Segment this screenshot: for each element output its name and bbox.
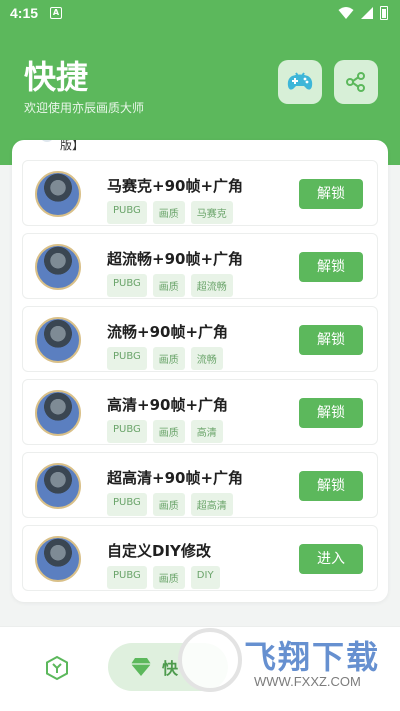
item-title: 马赛克+90帧+广角 [107,177,244,195]
page-subtitle: 欢迎使用亦辰画质大师 [24,101,145,115]
share-button[interactable] [334,60,378,104]
status-icons [338,6,388,20]
tag: 马赛克 [190,201,233,224]
avatar [35,244,81,290]
signal-icon [361,7,373,19]
tag: PUBG [107,420,147,443]
unlock-button[interactable]: 解锁 [299,398,363,428]
list-item[interactable]: 超流畅+90帧+广角 PUBG 画质 超流畅 解锁 [22,233,378,299]
diamond-icon [131,658,151,676]
tag: PUBG [107,274,147,297]
peek-avatar [40,140,54,142]
preset-card: 版】 马赛克+90帧+广角 PUBG 画质 马赛克 解锁 超流畅+90帧+广角 … [12,140,388,602]
tag: 画质 [152,493,185,516]
tag: 超高清 [190,493,233,516]
tag: PUBG [107,566,147,589]
peek-text: 版】 [60,140,85,152]
item-title: 流畅+90帧+广角 [107,323,229,341]
tag: 画质 [152,274,185,297]
tag: DIY [190,566,220,589]
tag: 画质 [152,566,185,589]
tag: PUBG [107,347,147,370]
tag-list: PUBG 画质 马赛克 [107,201,233,224]
avatar [35,536,81,582]
tag: PUBG [107,201,147,224]
item-title: 超流畅+90帧+广角 [107,250,244,268]
status-bar: 4:15 A [0,0,400,28]
share-icon [346,72,365,92]
tag: 画质 [152,201,185,224]
wifi-icon [338,7,354,19]
tag-list: PUBG 画质 超流畅 [107,274,233,297]
nav-home-icon[interactable] [44,655,70,681]
avatar [35,171,81,217]
item-title: 自定义DIY修改 [107,542,211,560]
gamepad-button[interactable] [278,60,322,104]
tag: PUBG [107,493,147,516]
watermark-text: 飞翔下载 [244,638,381,676]
battery-icon [380,6,388,20]
watermark-logo [178,628,242,692]
tag: 流畅 [190,347,223,370]
tag: 画质 [152,420,185,443]
unlock-button[interactable]: 解锁 [299,471,363,501]
list-item[interactable]: 自定义DIY修改 PUBG 画质 DIY 进入 [22,525,378,591]
item-title: 高清+90帧+广角 [107,396,229,414]
gamepad-icon [287,72,313,90]
tag-list: PUBG 画质 高清 [107,420,223,443]
list-item[interactable]: 马赛克+90帧+广角 PUBG 画质 马赛克 解锁 [22,160,378,226]
watermark: 飞翔下载 WWW.FXXZ.COM [178,628,388,694]
tag: 高清 [190,420,223,443]
page-title: 快捷 [24,58,89,96]
item-title: 超高清+90帧+广角 [107,469,244,487]
tag-list: PUBG 画质 流畅 [107,347,223,370]
nav-tab-label: 快 [162,659,179,678]
avatar [35,390,81,436]
status-time: 4:15 [10,5,39,21]
unlock-button[interactable]: 解锁 [299,179,363,209]
list-item[interactable]: 高清+90帧+广角 PUBG 画质 高清 解锁 [22,379,378,445]
unlock-button[interactable]: 解锁 [299,252,363,282]
unlock-button[interactable]: 解锁 [299,325,363,355]
tag: 超流畅 [190,274,233,297]
notification-icon: A [50,7,62,19]
tag-list: PUBG 画质 超高清 [107,493,233,516]
avatar [35,463,81,509]
tag-list: PUBG 画质 DIY [107,566,220,589]
avatar [35,317,81,363]
tag: 画质 [152,347,185,370]
enter-button[interactable]: 进入 [299,544,363,574]
list-item[interactable]: 超高清+90帧+广角 PUBG 画质 超高清 解锁 [22,452,378,518]
watermark-url: WWW.FXXZ.COM [254,674,361,689]
list-item[interactable]: 流畅+90帧+广角 PUBG 画质 流畅 解锁 [22,306,378,372]
